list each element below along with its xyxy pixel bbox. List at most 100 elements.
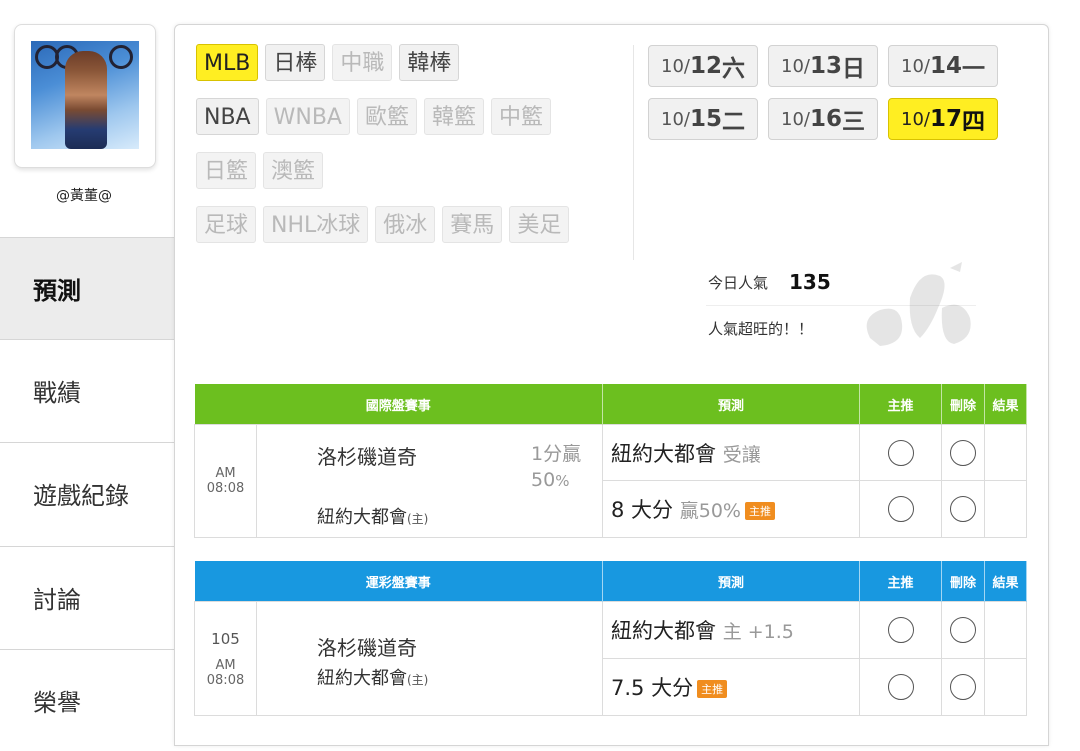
- nav-item-discussion[interactable]: 討論: [0, 546, 174, 648]
- mascot-watermark-icon: [866, 262, 971, 346]
- date-weekday: 六: [721, 56, 745, 82]
- game-time-cell: 105 AM 08:08: [194, 601, 257, 716]
- sport-chip[interactable]: 中籃: [491, 98, 552, 135]
- main-pick-toggle[interactable]: [887, 674, 914, 700]
- result-cell: [984, 424, 1028, 481]
- main-pick-badge: 主推: [744, 502, 775, 520]
- home-team: 紐約大都會(主): [317, 507, 429, 528]
- sport-row: MLB 日棒 中職 韓棒: [196, 44, 626, 81]
- game-time: AM 08:08: [206, 466, 245, 496]
- date-weekday: 日: [841, 56, 865, 82]
- teams-cell: 洛杉磯道奇 紐約大都會(主) 1分贏 50%: [255, 424, 604, 538]
- date-day: 15: [689, 106, 722, 132]
- spread-info: 1分贏 50%: [531, 443, 582, 491]
- prediction-total[interactable]: 8 大分 贏50% 主推: [602, 480, 861, 538]
- nav-item-record[interactable]: 戰績: [0, 339, 174, 441]
- date-day: 16: [809, 106, 842, 132]
- date-month: 10/: [661, 108, 690, 130]
- delete-toggle[interactable]: [950, 617, 977, 643]
- date-chip[interactable]: 10/12 六: [648, 45, 758, 87]
- delete-toggle[interactable]: [950, 674, 977, 700]
- date-month: 10/: [781, 55, 810, 77]
- date-weekday: 三: [841, 109, 865, 135]
- sport-chip[interactable]: 日籃: [196, 152, 257, 189]
- popularity-status: 人氣超旺的！！: [708, 320, 814, 338]
- away-team: 洛杉磯道奇: [317, 445, 417, 469]
- col-header-game: 運彩盤賽事: [194, 561, 604, 602]
- table-row: AM 08:08 洛杉磯道奇 紐約大都會(主) 1分贏 50% 紐約大都會 受讓: [194, 424, 1028, 538]
- sport-chip[interactable]: MLB: [196, 44, 259, 81]
- main-pick-toggle[interactable]: [887, 439, 914, 466]
- host-mark: (主): [407, 512, 429, 526]
- date-weekday: 二: [721, 109, 745, 135]
- date-chip[interactable]: 10/15 二: [648, 98, 758, 140]
- game-number: 105: [211, 629, 240, 648]
- col-header-predict: 預測: [602, 384, 861, 425]
- sport-chip[interactable]: 足球: [196, 206, 257, 243]
- date-month: 10/: [781, 108, 810, 130]
- sport-chip[interactable]: 韓籃: [423, 98, 484, 135]
- sport-chip[interactable]: 中職: [332, 44, 393, 81]
- result-cell: [984, 480, 1028, 538]
- sport-row: 日籃 澳籃: [196, 152, 626, 189]
- col-header-predict: 預測: [602, 561, 861, 602]
- sport-row: 足球 NHL冰球 俄冰 賽馬 美足: [196, 206, 626, 243]
- sport-chip[interactable]: NBA: [196, 98, 259, 135]
- sport-chip[interactable]: 日棒: [265, 44, 326, 81]
- host-mark: (主): [407, 673, 429, 687]
- delete-toggle[interactable]: [950, 439, 977, 466]
- nav-item-predict[interactable]: 預測: [0, 237, 174, 339]
- main-pick-toggle[interactable]: [887, 617, 914, 643]
- sport-row: NBA WNBA 歐籃 韓籃 中籃: [196, 98, 626, 135]
- teams-cell: 洛杉磯道奇 紐約大都會(主): [255, 601, 604, 716]
- main-pick-toggle[interactable]: [887, 496, 914, 522]
- sport-chip[interactable]: 歐籃: [356, 98, 417, 135]
- avatar[interactable]: [31, 41, 139, 149]
- main-pick-badge: 主推: [697, 680, 728, 698]
- home-team: 紐約大都會(主): [317, 668, 429, 689]
- prediction-spread[interactable]: 紐約大都會 受讓: [602, 424, 861, 481]
- date-chip[interactable]: 10/14 一: [888, 45, 998, 87]
- game-time: AM 08:08: [206, 657, 245, 688]
- date-day: 12: [689, 53, 722, 79]
- result-cell: [984, 658, 1028, 716]
- sport-chip[interactable]: 澳籃: [263, 152, 324, 189]
- popularity-value: 135: [789, 270, 831, 294]
- col-header-main: 主推: [859, 384, 943, 425]
- col-header-result: 結果: [984, 384, 1028, 425]
- olympic-ring-icon: [109, 45, 133, 69]
- nav-item-honor[interactable]: 榮譽: [0, 649, 174, 751]
- date-day: 14: [929, 53, 962, 79]
- sport-chip[interactable]: NHL冰球: [263, 206, 369, 243]
- nav-item-game-history[interactable]: 遊戲紀錄: [0, 442, 174, 544]
- swimmer-figure: [65, 51, 107, 149]
- popularity-label: 今日人氣: [708, 274, 769, 292]
- international-games-table: 國際盤賽事 預測 主推 刪除 結果 AM 08:08 洛杉磯道奇 紐約大都會(主…: [194, 384, 1028, 538]
- date-chip[interactable]: 10/16 三: [768, 98, 878, 140]
- date-month: 10/: [901, 55, 930, 77]
- username: @黃董@: [56, 188, 112, 204]
- delete-toggle[interactable]: [950, 496, 977, 522]
- date-chip[interactable]: 10/13 日: [768, 45, 878, 87]
- col-header-result: 結果: [984, 561, 1028, 602]
- sport-chip[interactable]: WNBA: [265, 98, 350, 135]
- col-header-delete: 刪除: [941, 561, 986, 602]
- date-weekday: 一: [961, 56, 985, 82]
- sport-chip[interactable]: 賽馬: [442, 206, 503, 243]
- date-chip[interactable]: 10/17 四: [888, 98, 998, 140]
- prediction-total[interactable]: 7.5 大分 主推: [602, 658, 861, 716]
- away-team: 洛杉磯道奇: [317, 636, 417, 660]
- date-weekday: 四: [961, 109, 985, 135]
- sport-chip[interactable]: 俄冰: [375, 206, 436, 243]
- divider: [633, 45, 634, 260]
- sport-chip[interactable]: 韓棒: [399, 44, 460, 81]
- col-header-delete: 刪除: [941, 384, 986, 425]
- col-header-main: 主推: [859, 561, 943, 602]
- sport-chip[interactable]: 美足: [509, 206, 570, 243]
- prediction-spread[interactable]: 紐約大都會 主 +1.5: [602, 601, 861, 659]
- result-cell: [984, 601, 1028, 659]
- date-month: 10/: [901, 108, 930, 130]
- lottery-games-table: 運彩盤賽事 預測 主推 刪除 結果 105 AM 08:08 洛杉磯道奇 紐約大…: [194, 561, 1028, 716]
- avatar-card: [14, 24, 156, 168]
- col-header-game: 國際盤賽事: [194, 384, 604, 425]
